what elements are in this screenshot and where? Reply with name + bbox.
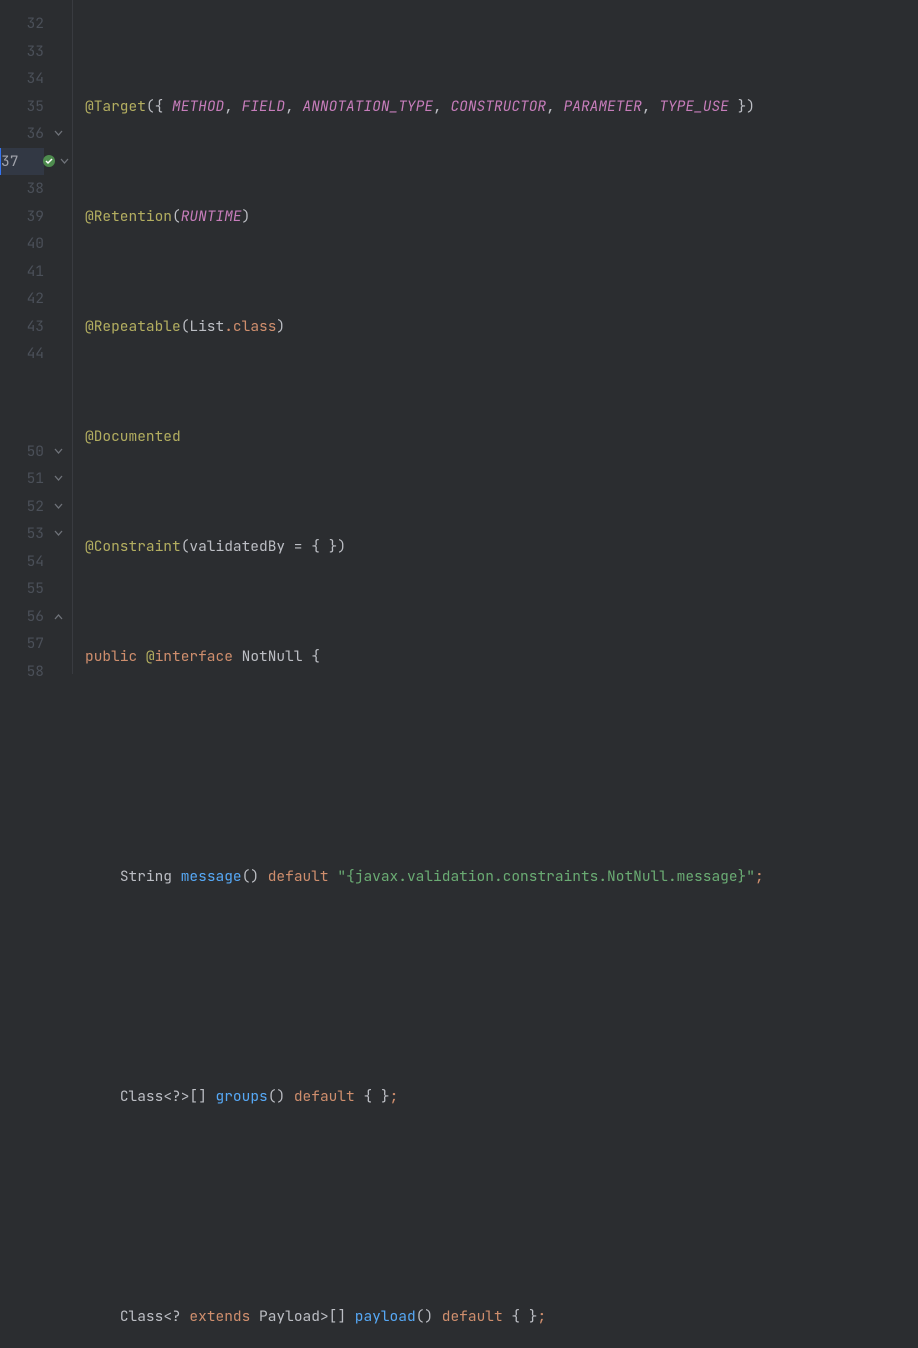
code-area[interactable]: @Target({ METHOD, FIELD, ANNOTATION_TYPE… [73, 0, 918, 674]
line-number[interactable]: 35 [0, 93, 44, 121]
line-number[interactable]: 54 [0, 548, 44, 576]
line-number[interactable]: 36 [0, 120, 44, 148]
line-number [0, 368, 44, 438]
code-line[interactable]: Class<?>[] groups() default { }; [85, 1083, 918, 1111]
line-number[interactable]: 52 [0, 493, 44, 521]
fold-toggle-icon[interactable] [44, 438, 72, 466]
fold-toggle-icon[interactable] [44, 120, 72, 148]
fold-toggle-icon[interactable] [44, 603, 72, 631]
fold-toggle-icon[interactable] [44, 493, 72, 521]
fold-toggle-icon[interactable] [44, 465, 72, 493]
code-line[interactable]: String message() default "{javax.validat… [85, 863, 918, 891]
line-number[interactable]: 51 [0, 465, 44, 493]
line-number[interactable]: 38 [0, 175, 44, 203]
implementing-method-icon[interactable] [44, 148, 72, 176]
code-line[interactable] [85, 753, 918, 781]
line-number[interactable]: 44 [0, 340, 44, 368]
code-line[interactable] [85, 1193, 918, 1221]
line-number[interactable]: 42 [0, 285, 44, 313]
line-number[interactable]: 50 [0, 438, 44, 466]
gutter-icon-strip [44, 10, 72, 630]
line-number[interactable]: 55 [0, 575, 44, 603]
code-line[interactable]: Class<? extends Payload>[] payload() def… [85, 1303, 918, 1331]
line-number-current[interactable]: 37 [0, 148, 44, 176]
line-number[interactable]: 58 [0, 658, 44, 686]
line-number[interactable]: 34 [0, 65, 44, 93]
line-number[interactable]: 56 [0, 603, 44, 631]
code-line[interactable]: @Documented [85, 423, 918, 451]
code-line[interactable]: @Constraint(validatedBy = { }) [85, 533, 918, 561]
line-number[interactable]: 33 [0, 38, 44, 66]
code-line[interactable]: @Repeatable(List.class) [85, 313, 918, 341]
fold-toggle-icon[interactable] [44, 520, 72, 548]
code-line[interactable]: @Retention(RUNTIME) [85, 203, 918, 231]
line-number[interactable]: 43 [0, 313, 44, 341]
code-line[interactable]: @Target({ METHOD, FIELD, ANNOTATION_TYPE… [85, 93, 918, 121]
line-number[interactable]: 32 [0, 10, 44, 38]
line-number[interactable]: 53 [0, 520, 44, 548]
line-number[interactable]: 40 [0, 230, 44, 258]
line-number[interactable]: 57 [0, 630, 44, 658]
code-line[interactable] [85, 973, 918, 1001]
code-editor[interactable]: 32 33 34 35 36 37 38 39 40 41 42 43 44 5… [0, 0, 918, 674]
gutter: 32 33 34 35 36 37 38 39 40 41 42 43 44 5… [0, 0, 72, 674]
code-line[interactable]: public @interface NotNull { [85, 643, 918, 671]
line-number[interactable]: 41 [0, 258, 44, 286]
line-number[interactable]: 39 [0, 203, 44, 231]
